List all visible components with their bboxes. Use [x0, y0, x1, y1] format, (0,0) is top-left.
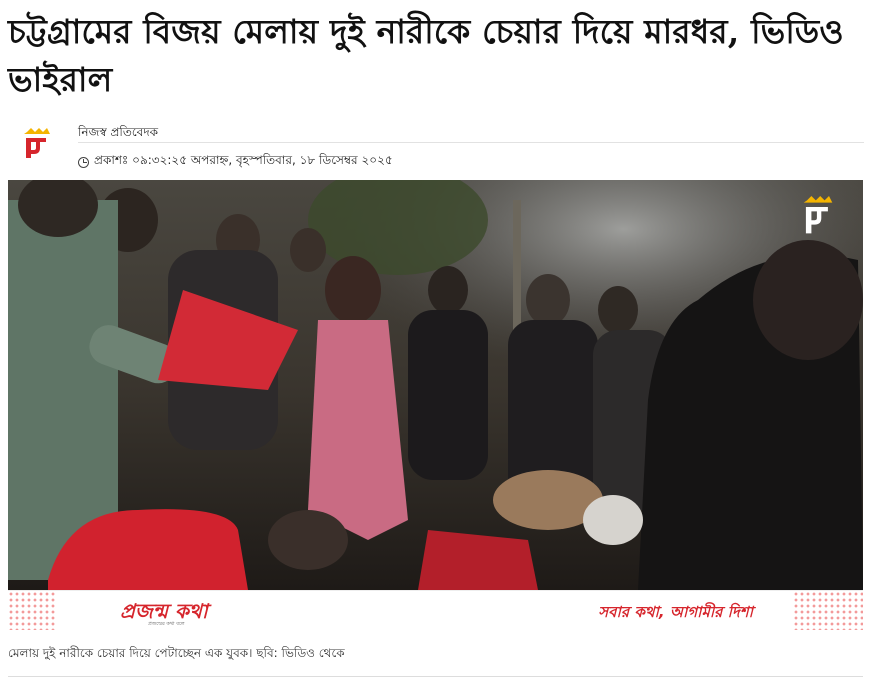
photo-scene [8, 180, 863, 590]
divider [8, 676, 863, 677]
projonmo-watermark-icon [803, 196, 833, 234]
photo-caption: মেলায় দুই নারীকে চেয়ার দিয়ে পেটাচ্ছেন… [8, 646, 345, 660]
article-photo[interactable]: প্রজন্ম কথা প্রজন্মের কথা বলে সবার কথা, … [8, 180, 863, 630]
author-name[interactable]: নিজস্ব প্রতিবেদক [78, 124, 158, 144]
byline: নিজস্ব প্রতিবেদক প্রকাশঃ ০৯:৩২:২৫ অপরাহ্… [8, 120, 864, 172]
publish-time: প্রকাশঃ ০৯:৩২:২৫ অপরাহ্ন, বৃহস্পতিবার, ১… [78, 152, 393, 172]
decorative-dots [8, 591, 56, 630]
article-headline: চট্টগ্রামের বিজয় মেলায় দুই নারীকে চেয়… [8, 12, 844, 99]
brand-banner: প্রজন্ম কথা প্রজন্মের কথা বলে সবার কথা, … [8, 590, 863, 630]
brand-tagline: প্রজন্মের কথা বলে [148, 621, 185, 627]
publish-time-text: প্রকাশঃ ০৯:৩২:২৫ অপরাহ্ন, বৃহস্পতিবার, ১… [94, 153, 393, 167]
brand-slogan: সবার কথা, আগামীর দিশা [598, 603, 753, 621]
projonmo-logo-icon [24, 128, 50, 158]
clock-icon [78, 156, 89, 168]
decorative-dots [793, 591, 863, 630]
divider [78, 142, 864, 143]
